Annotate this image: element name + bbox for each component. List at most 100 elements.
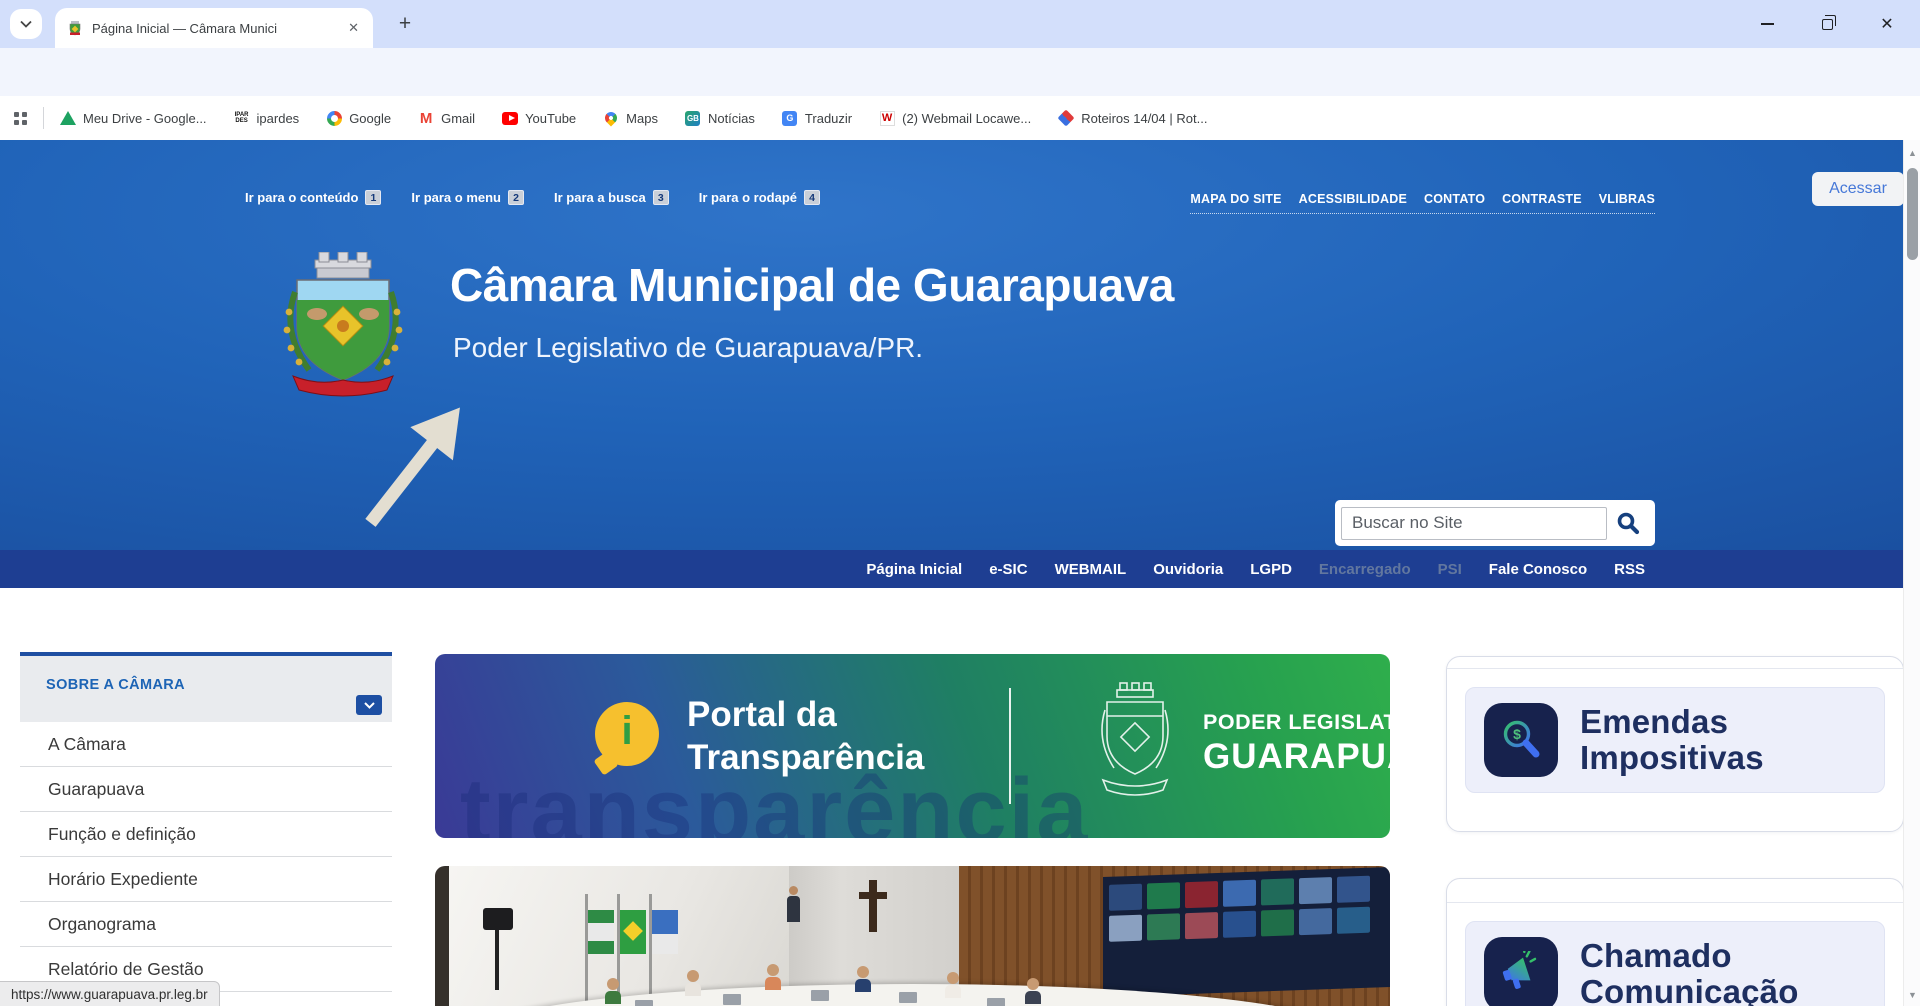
new-tab-button[interactable]: + — [392, 12, 418, 38]
skip-link-menu[interactable]: Ir para o menu 2 — [411, 190, 524, 205]
bookmark-maps[interactable]: Maps — [603, 110, 658, 126]
tab-search-button[interactable] — [10, 9, 42, 39]
sidebar-collapse-button[interactable] — [356, 695, 382, 715]
flag-municipio — [649, 894, 652, 1004]
browser-toolbar: ← → ↻ guarapuava.pr.leg.br ☆ ⋮ — [0, 48, 1920, 96]
banner-brand: PODER LEGISLATIVO GUARAPUAVA — [1203, 710, 1390, 777]
info-bubble-icon: i — [595, 702, 659, 766]
translate-icon: G — [782, 110, 798, 126]
bookmarks-bar: Meu Drive - Google... IPARDES ipardes Go… — [0, 96, 1920, 140]
banner-divider — [1009, 688, 1011, 804]
search-input[interactable] — [1341, 507, 1607, 540]
close-button[interactable]: ✕ — [1876, 13, 1898, 35]
site-favicon — [67, 20, 83, 36]
standing-person — [787, 886, 800, 922]
minimize-icon — [1761, 23, 1774, 25]
link-contato[interactable]: CONTATO — [1424, 192, 1485, 206]
browser-window: Página Inicial — Câmara Munici ✕ + ✕ ← →… — [0, 0, 1920, 1006]
sidebar-header: SOBRE A CÂMARA — [20, 656, 392, 722]
login-button[interactable]: Acessar — [1812, 172, 1903, 206]
link-contraste[interactable]: CONTRASTE — [1502, 192, 1582, 206]
tab-strip: Página Inicial — Câmara Munici ✕ + ✕ — [0, 0, 1920, 48]
nav-ouvidoria[interactable]: Ouvidoria — [1153, 561, 1223, 578]
window-controls: ✕ — [1756, 0, 1912, 48]
link-mapa-do-site[interactable]: MAPA DO SITE — [1190, 192, 1281, 206]
svg-text:$: $ — [1513, 726, 1521, 742]
card-label: Chamado Comunicação — [1580, 938, 1799, 1006]
search-icon — [1616, 511, 1640, 535]
sidebar-item-guarapuava[interactable]: Guarapuava — [20, 767, 392, 812]
skip-key-badge: 2 — [508, 190, 524, 205]
nav-fale-conosco[interactable]: Fale Conosco — [1489, 561, 1587, 578]
bookmark-meu-drive[interactable]: Meu Drive - Google... — [60, 110, 207, 126]
youtube-icon — [502, 110, 518, 126]
nav-lgpd[interactable]: LGPD — [1250, 561, 1292, 578]
webmail-icon: W — [879, 110, 895, 126]
bookmark-traduzir[interactable]: G Traduzir — [782, 110, 852, 126]
tv-camera — [483, 908, 513, 930]
sidebar-item-horario-expediente[interactable]: Horário Expediente — [20, 857, 392, 902]
nav-esic[interactable]: e-SIC — [989, 561, 1027, 578]
page-scrollbar[interactable]: ▲ ▼ — [1903, 140, 1920, 1006]
skip-link-conteudo[interactable]: Ir para o conteúdo 1 — [245, 190, 381, 205]
card-label: Emendas Impositivas — [1580, 704, 1764, 777]
bookmark-roteiros[interactable]: Roteiros 14/04 | Rot... — [1058, 110, 1207, 126]
nav-encarregado[interactable]: Encarregado — [1319, 561, 1411, 578]
site-search — [1335, 500, 1655, 546]
main-nav: Página Inicial e-SIC WEBMAIL Ouvidoria L… — [0, 550, 1903, 588]
ipardes-icon: IPARDES — [234, 110, 250, 126]
card-emendas-impositivas[interactable]: $ Emendas Impositivas — [1446, 656, 1903, 832]
bookmark-google[interactable]: Google — [326, 110, 391, 126]
utility-links: MAPA DO SITE ACESSIBILIDADE CONTATO CONT… — [1190, 192, 1655, 214]
video-wall — [1103, 867, 1390, 997]
site-header: Ir para o conteúdo 1 Ir para o menu 2 Ir… — [0, 140, 1903, 550]
skip-key-badge: 1 — [365, 190, 381, 205]
active-tab[interactable]: Página Inicial — Câmara Munici ✕ — [55, 8, 373, 48]
portal-transparencia-banner[interactable]: transparência i Portal da Transparência — [435, 654, 1390, 838]
bookmark-gmail[interactable]: M Gmail — [418, 110, 475, 126]
sidebar-item-a-camara[interactable]: A Câmara — [20, 722, 392, 767]
coat-of-arms-logo — [283, 252, 403, 404]
flag-parana — [585, 894, 588, 1004]
magnifier-dollar-icon: $ — [1484, 703, 1558, 777]
google-drive-icon — [60, 110, 76, 126]
page-title: Câmara Municipal de Guarapuava — [450, 258, 1174, 312]
skip-link-rodape[interactable]: Ir para o rodapé 4 — [699, 190, 820, 205]
restore-button[interactable] — [1816, 13, 1838, 35]
scrollbar-thumb[interactable] — [1907, 168, 1918, 260]
nav-rss[interactable]: RSS — [1614, 561, 1645, 578]
maps-pin-icon — [603, 110, 619, 126]
google-icon — [326, 110, 342, 126]
card-chamado-comunicacao[interactable]: Chamado Comunicação — [1446, 878, 1903, 1006]
bookmark-ipardes[interactable]: IPARDES ipardes — [234, 110, 300, 126]
page-viewport: Ir para o conteúdo 1 Ir para o menu 2 Ir… — [0, 140, 1903, 1006]
nav-pagina-inicial[interactable]: Página Inicial — [866, 561, 962, 578]
plenary-photo-banner[interactable] — [435, 866, 1390, 1006]
emblem-outline-icon — [1095, 682, 1175, 808]
scroll-up-arrow[interactable]: ▲ — [1904, 148, 1920, 158]
gmail-icon: M — [418, 110, 434, 126]
minimize-button[interactable] — [1756, 13, 1778, 35]
bookmark-youtube[interactable]: YouTube — [502, 110, 576, 126]
nav-webmail[interactable]: WEBMAIL — [1055, 561, 1127, 578]
status-bar-url: https://www.guarapuava.pr.leg.br — [0, 981, 220, 1006]
sidebar-title: SOBRE A CÂMARA — [46, 677, 185, 693]
link-vlibras[interactable]: VLIBRAS — [1599, 192, 1655, 206]
scroll-down-arrow[interactable]: ▼ — [1904, 990, 1920, 1000]
nav-psi[interactable]: PSI — [1438, 561, 1462, 578]
sidebar-item-organograma[interactable]: Organograma — [20, 902, 392, 947]
crucifix — [869, 880, 877, 932]
apps-grid-icon[interactable] — [14, 112, 27, 125]
bookmarks-separator — [43, 107, 44, 129]
skip-link-busca[interactable]: Ir para a busca 3 — [554, 190, 669, 205]
search-button[interactable] — [1607, 506, 1649, 540]
news-icon: GB — [685, 110, 701, 126]
roteiros-icon — [1058, 110, 1074, 126]
bookmark-noticias[interactable]: GB Notícias — [685, 110, 755, 126]
link-acessibilidade[interactable]: ACESSIBILIDADE — [1299, 192, 1407, 206]
tab-close-icon[interactable]: ✕ — [344, 18, 363, 38]
sidebar-item-funcao-e-definicao[interactable]: Função e definição — [20, 812, 392, 857]
bookmark-webmail[interactable]: W (2) Webmail Locawe... — [879, 110, 1031, 126]
chevron-down-icon — [364, 702, 375, 709]
chevron-down-icon — [20, 20, 32, 28]
